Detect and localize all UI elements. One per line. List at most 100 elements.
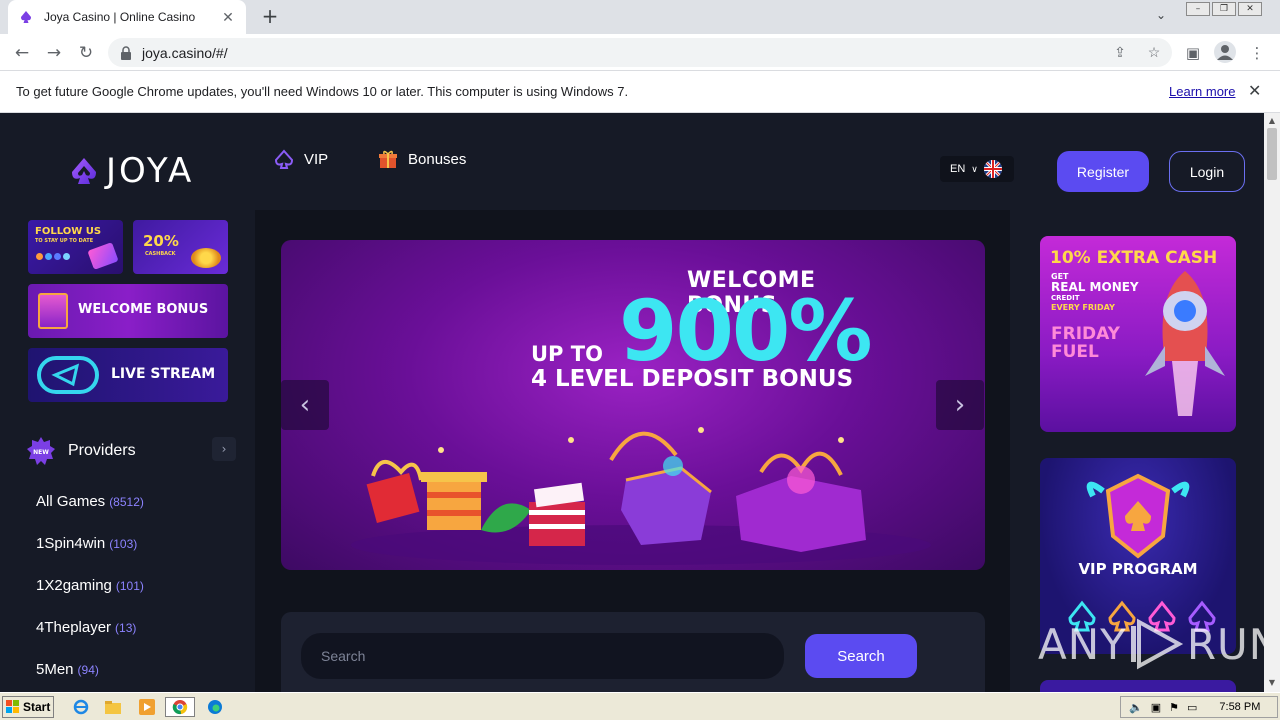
infobar-message: To get future Google Chrome updates, you…	[16, 84, 629, 99]
windows-taskbar: Start 🔈 ▣ ⚑ ▭ 7:58 PM	[0, 692, 1280, 720]
anyrun-watermark: ANY RUN	[1038, 616, 1264, 672]
edge-icon[interactable]	[204, 697, 226, 717]
carousel-prev-button[interactable]: ‹	[281, 380, 329, 430]
nav-vip-label: VIP	[304, 150, 329, 168]
cashback-percent: 20%	[143, 232, 179, 250]
back-arrow-icon[interactable]: ←	[11, 42, 33, 64]
carousel-next-button[interactable]: ›	[936, 380, 984, 430]
profile-avatar-icon[interactable]	[1214, 41, 1236, 63]
restore-button[interactable]: ❐	[1212, 2, 1236, 16]
provider-name: 1Spin4win	[36, 535, 106, 552]
login-button[interactable]: Login	[1169, 151, 1245, 192]
reload-icon[interactable]: ↻	[75, 42, 97, 64]
forward-arrow-icon[interactable]: →	[43, 42, 65, 64]
side-panel-icon[interactable]: ▣	[1182, 42, 1204, 64]
candy-gift-box	[529, 482, 585, 546]
watermark-right: RUN	[1186, 619, 1264, 669]
follow-us-banner[interactable]: FOLLOW US TO STAY UP TO DATE	[28, 220, 123, 274]
friday-title: 10% EXTRA CASH	[1050, 248, 1218, 268]
start-label: Start	[23, 700, 51, 714]
battery-icon[interactable]: ▭	[1187, 701, 1197, 714]
watermark-left: ANY	[1038, 619, 1127, 669]
minimize-button[interactable]: –	[1186, 2, 1210, 16]
browser-titlebar: Joya Casino | Online Casino ✕ + ⌄ – ❐ ✕	[0, 0, 1280, 34]
rocket-icon	[1145, 271, 1225, 416]
search-button[interactable]: Search	[805, 634, 917, 678]
friday-fuel-line2: FUEL	[1051, 342, 1099, 362]
provider-count: (101)	[115, 579, 144, 593]
browser-tab[interactable]: Joya Casino | Online Casino ✕	[8, 0, 246, 34]
vip-program-title: VIP PROGRAM	[1078, 560, 1198, 578]
provider-name: 4Theplayer	[36, 619, 112, 636]
next-promo-banner[interactable]	[1040, 680, 1236, 692]
scroll-down-arrow-icon[interactable]: ▼	[1267, 678, 1277, 687]
media-player-icon[interactable]	[136, 697, 158, 717]
provider-item[interactable]: All Games (8512)	[36, 493, 144, 535]
learn-more-link[interactable]: Learn more	[1169, 84, 1235, 99]
nav-bonuses-label: Bonuses	[408, 150, 467, 168]
update-infobar: To get future Google Chrome updates, you…	[0, 71, 1280, 113]
joya-logo[interactable]: JOYA	[70, 151, 194, 191]
scroll-up-arrow-icon[interactable]: ▲	[1267, 116, 1277, 125]
friday-fuel-banner[interactable]: 10% EXTRA CASH GET REAL MONEY CREDIT EVE…	[1040, 236, 1236, 432]
register-button[interactable]: Register	[1057, 151, 1149, 192]
address-bar[interactable]: joya.casino/#/ ⇪ ☆	[108, 38, 1172, 67]
nav-bonuses[interactable]: Bonuses	[378, 149, 466, 169]
joya-favicon-icon	[18, 9, 34, 25]
tab-search-icon[interactable]: ⌄	[1152, 8, 1170, 26]
new-tab-button[interactable]: +	[258, 4, 282, 28]
stream-play-icon	[37, 356, 99, 394]
infobar-close-icon[interactable]: ✕	[1248, 81, 1261, 101]
nav-vip[interactable]: VIP	[274, 149, 328, 169]
live-stream-banner[interactable]: LIVE STREAM	[28, 348, 228, 402]
clock[interactable]: 7:58 PM	[1219, 701, 1260, 713]
provider-count: (13)	[115, 621, 137, 635]
language-code: EN	[950, 163, 966, 175]
browser-toolbar: ← → ↻ joya.casino/#/ ⇪ ☆ ▣ ⋮	[0, 34, 1280, 71]
vip-shield-icon	[1086, 473, 1190, 559]
window-controls: – ❐ ✕	[1184, 2, 1262, 18]
language-selector[interactable]: EN ∨	[940, 156, 1014, 182]
provider-count: (94)	[77, 663, 99, 677]
close-window-button[interactable]: ✕	[1238, 2, 1262, 16]
watermark-play-icon	[1130, 618, 1183, 670]
social-icons	[36, 253, 70, 260]
welcome-bonus-banner[interactable]: WELCOME BONUS	[28, 284, 228, 338]
network-icon[interactable]: ▣	[1151, 701, 1161, 714]
chrome-taskbar-icon[interactable]	[165, 697, 195, 717]
page-scrollbar[interactable]: ▲ ▼	[1264, 113, 1280, 692]
cashback-label: CASHBACK	[145, 251, 176, 257]
provider-item[interactable]: 1X2gaming (101)	[36, 577, 144, 619]
hero-banner[interactable]: WELCOME BONUS 900% UP TO 4 LEVEL DEPOSIT…	[281, 240, 985, 570]
volume-icon[interactable]: 🔈	[1129, 701, 1143, 714]
system-tray: 🔈 ▣ ⚑ ▭ 7:58 PM	[1120, 696, 1278, 718]
game-search-input[interactable]: Search	[301, 633, 784, 679]
follow-us-subtitle: TO STAY UP TO DATE	[35, 238, 94, 244]
provider-item[interactable]: 4Theplayer (13)	[36, 619, 144, 661]
action-center-flag-icon[interactable]: ⚑	[1169, 701, 1179, 714]
file-explorer-icon[interactable]	[102, 697, 124, 717]
rocket-graphic	[87, 242, 119, 270]
tab-close-icon[interactable]: ✕	[220, 9, 236, 25]
provider-item[interactable]: 5Men (94)	[36, 661, 144, 692]
start-button[interactable]: Start	[2, 696, 54, 718]
share-icon[interactable]: ⇪	[1110, 38, 1130, 67]
gift-icon	[379, 150, 397, 168]
logo-wordmark: JOYA	[106, 151, 195, 191]
menu-dots-icon[interactable]: ⋮	[1246, 42, 1268, 64]
live-stream-label: LIVE STREAM	[111, 366, 216, 382]
internet-explorer-icon[interactable]	[70, 697, 92, 717]
scrollbar-thumb[interactable]	[1267, 128, 1277, 180]
cashback-banner[interactable]: 20% CASHBACK	[133, 220, 228, 274]
bookmark-star-icon[interactable]: ☆	[1144, 38, 1164, 67]
purple-gift-box	[621, 456, 712, 545]
provider-item[interactable]: 1Spin4win (103)	[36, 535, 144, 577]
lock-icon	[121, 45, 131, 60]
tab-title: Joya Casino | Online Casino	[44, 10, 196, 24]
gift-box-graphic	[38, 293, 68, 329]
friday-credit: CREDIT	[1051, 294, 1080, 302]
striped-gift-box	[421, 472, 487, 530]
providers-expand-chevron-icon[interactable]: ›	[212, 437, 236, 461]
pink-gift-box	[736, 451, 866, 552]
providers-header[interactable]: NEW Providers	[26, 435, 234, 467]
